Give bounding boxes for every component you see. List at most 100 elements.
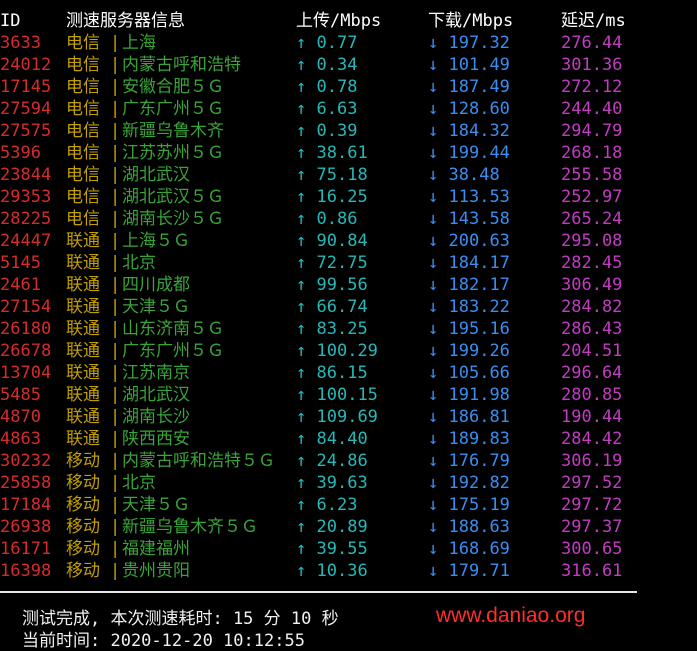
divider-line <box>0 591 637 593</box>
down-arrow-icon: ↓ <box>428 99 439 119</box>
row-isp: 电信 <box>66 187 100 207</box>
row-id: 26938 <box>0 517 52 537</box>
up-arrow-icon: ↑ <box>296 495 307 515</box>
row-id: 26678 <box>0 341 52 361</box>
row-download: ↓ 105.66 <box>428 362 510 384</box>
down-arrow-icon: ↓ <box>428 385 439 405</box>
upload-value: 39.55 <box>316 539 368 559</box>
up-arrow-icon: ↑ <box>296 77 307 97</box>
download-value: 192.82 <box>448 473 510 493</box>
row-separator: | <box>110 253 121 273</box>
row-isp: 联通 <box>66 363 100 383</box>
row-isp: 联通 <box>66 297 100 317</box>
row-separator: | <box>110 121 121 141</box>
row-upload: ↑ 0.77 <box>296 32 357 54</box>
download-value: 101.49 <box>448 55 510 75</box>
row-id: 27154 <box>0 297 52 317</box>
row-latency: 284.82 <box>561 297 623 317</box>
down-arrow-icon: ↓ <box>428 319 439 339</box>
row-id: 13704 <box>0 363 52 383</box>
upload-value: 72.75 <box>316 253 368 273</box>
up-arrow-icon: ↑ <box>296 385 307 405</box>
row-latency: 272.12 <box>561 77 623 97</box>
row-isp: 联通 <box>66 275 100 295</box>
download-value: 183.22 <box>448 297 510 317</box>
row-location: 天津５Ｇ <box>122 495 190 515</box>
row-separator: | <box>110 561 121 581</box>
row-isp: 电信 <box>66 77 100 97</box>
row-latency: 301.36 <box>561 55 623 75</box>
row-id: 16398 <box>0 561 52 581</box>
row-download: ↓ 175.19 <box>428 494 510 516</box>
current-time-text: 当前时间: 2020-12-20 10:12:55 <box>22 631 305 651</box>
up-arrow-icon: ↑ <box>296 33 307 53</box>
up-arrow-icon: ↑ <box>296 187 307 207</box>
row-separator: | <box>110 297 121 317</box>
up-arrow-icon: ↑ <box>296 275 307 295</box>
upload-value: 66.74 <box>316 297 368 317</box>
row-isp: 移动 <box>66 451 100 471</box>
up-arrow-icon: ↑ <box>296 55 307 75</box>
row-isp: 联通 <box>66 253 100 273</box>
row-location: 安徽合肥５Ｇ <box>122 77 224 97</box>
row-id: 4863 <box>0 429 41 449</box>
download-value: 128.60 <box>448 99 510 119</box>
row-location: 江苏苏州５Ｇ <box>122 143 224 163</box>
row-isp: 电信 <box>66 209 100 229</box>
upload-value: 0.34 <box>316 55 358 75</box>
row-location: 湖北武汉 <box>122 165 190 185</box>
download-value: 187.49 <box>448 77 510 97</box>
row-download: ↓ 191.98 <box>428 384 510 406</box>
row-location: 陕西西安 <box>122 429 190 449</box>
row-latency: 268.18 <box>561 143 623 163</box>
down-arrow-icon: ↓ <box>428 517 439 537</box>
download-value: 186.81 <box>448 407 510 427</box>
row-separator: | <box>110 77 121 97</box>
down-arrow-icon: ↓ <box>428 363 439 383</box>
row-isp: 移动 <box>66 561 100 581</box>
row-upload: ↑ 6.63 <box>296 98 357 120</box>
row-isp: 联通 <box>66 231 100 251</box>
down-arrow-icon: ↓ <box>428 143 439 163</box>
up-arrow-icon: ↑ <box>296 407 307 427</box>
site-watermark: www.daniao.org <box>436 604 586 627</box>
row-location: 福建福州 <box>122 539 190 559</box>
row-separator: | <box>110 99 121 119</box>
row-isp: 电信 <box>66 55 100 75</box>
upload-value: 86.15 <box>316 363 368 383</box>
header-server: 测速服务器信息 <box>66 11 185 31</box>
row-latency: 252.97 <box>561 187 623 207</box>
down-arrow-icon: ↓ <box>428 121 439 141</box>
row-separator: | <box>110 429 121 449</box>
row-upload: ↑ 0.39 <box>296 120 357 142</box>
download-value: 143.58 <box>448 209 510 229</box>
down-arrow-icon: ↓ <box>428 275 439 295</box>
row-location: 四川成都 <box>122 275 190 295</box>
download-value: 184.17 <box>448 253 510 273</box>
row-id: 4870 <box>0 407 41 427</box>
row-location: 湖南长沙 <box>122 407 190 427</box>
download-value: 189.83 <box>448 429 510 449</box>
row-separator: | <box>110 495 121 515</box>
row-upload: ↑ 66.74 <box>296 296 368 318</box>
row-location: 山东济南５Ｇ <box>122 319 224 339</box>
download-value: 195.16 <box>448 319 510 339</box>
up-arrow-icon: ↑ <box>296 341 307 361</box>
row-latency: 300.65 <box>561 539 623 559</box>
row-isp: 移动 <box>66 473 100 493</box>
up-arrow-icon: ↑ <box>296 429 307 449</box>
row-upload: ↑ 10.36 <box>296 560 368 582</box>
row-id: 27594 <box>0 99 52 119</box>
header-latency: 延迟/ms <box>561 11 626 31</box>
row-upload: ↑ 90.84 <box>296 230 368 252</box>
row-isp: 电信 <box>66 165 100 185</box>
row-latency: 280.85 <box>561 385 623 405</box>
upload-value: 38.61 <box>316 143 368 163</box>
row-id: 27575 <box>0 121 52 141</box>
download-value: 199.26 <box>448 341 510 361</box>
row-download: ↓ 195.16 <box>428 318 510 340</box>
download-value: 38.48 <box>448 165 500 185</box>
row-download: ↓ 182.17 <box>428 274 510 296</box>
down-arrow-icon: ↓ <box>428 539 439 559</box>
table-header: ID 测速服务器信息 上传/Mbps 下载/Mbps 延迟/ms <box>0 10 626 32</box>
